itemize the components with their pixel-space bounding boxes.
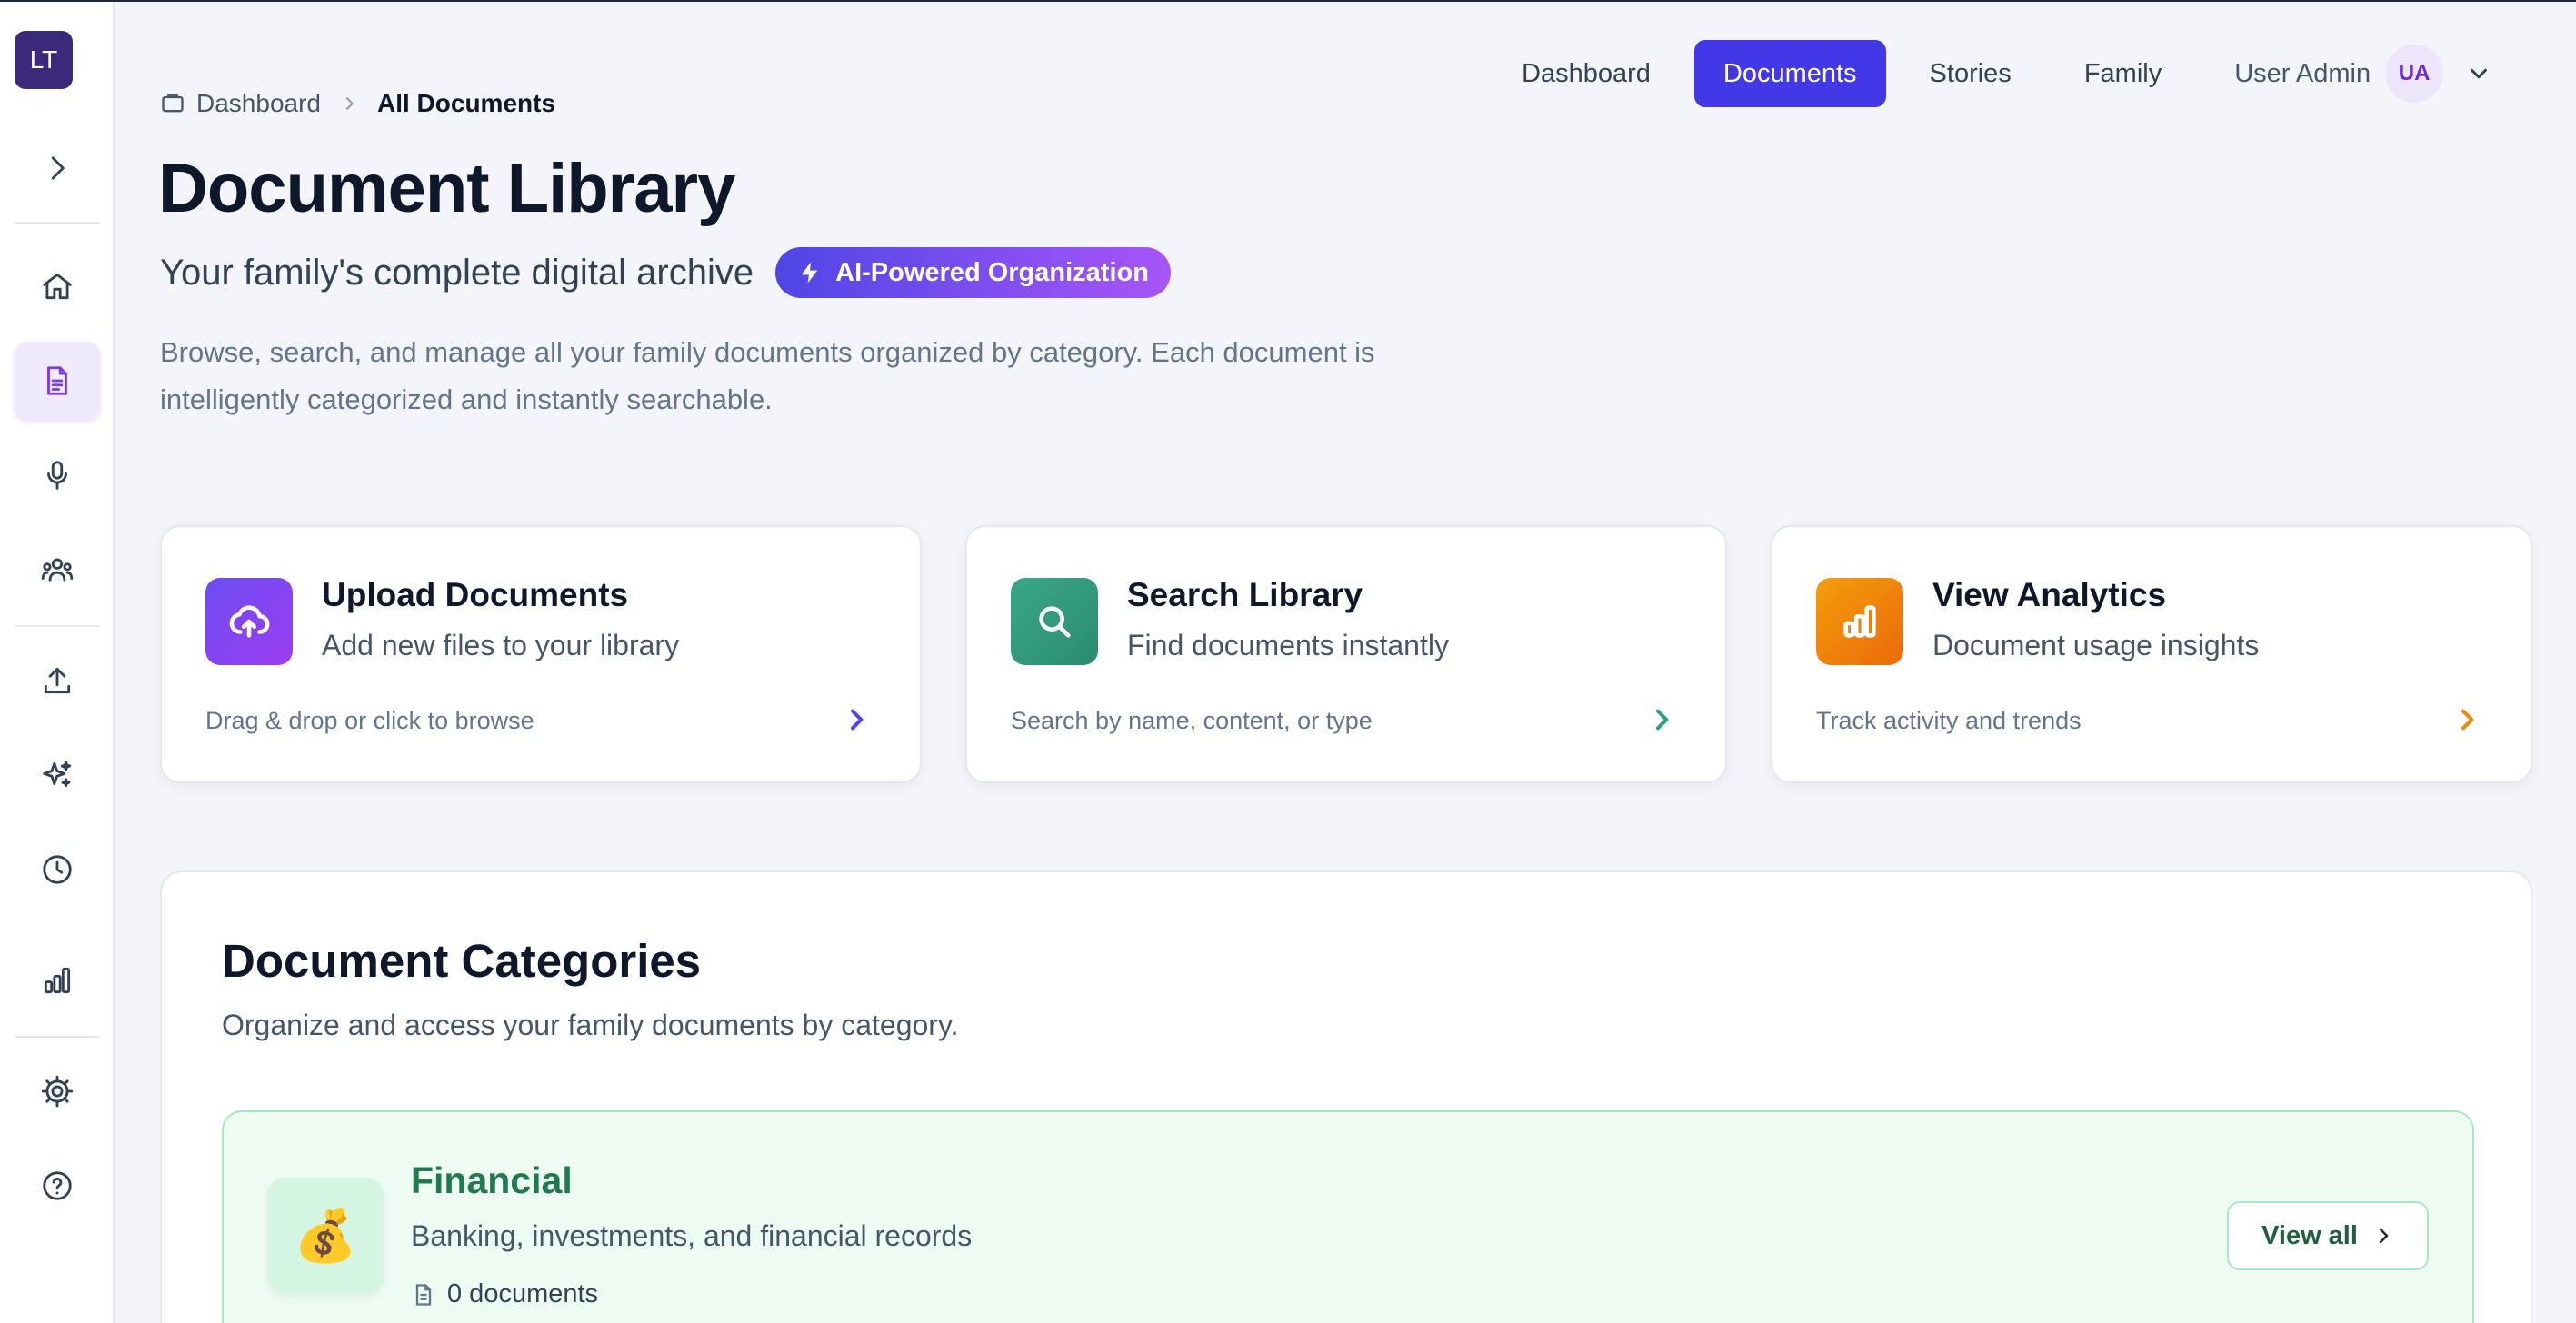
section-title: Document Categories — [222, 935, 702, 987]
description-line-1: Browse, search, and manage all your fami… — [160, 336, 1375, 368]
nav-family[interactable]: Family — [2055, 40, 2191, 107]
sidebar-item-documents[interactable] — [15, 342, 100, 420]
analytics-card-icon-tile — [1816, 578, 1903, 665]
money-bag-icon: 💰 — [267, 1178, 384, 1294]
chevron-right-icon — [2379, 1228, 2389, 1244]
card-title: Upload Documents — [322, 576, 629, 613]
breadcrumb: Dashboard All Documents — [160, 89, 555, 118]
expand-sidebar-button[interactable] — [15, 129, 100, 207]
sidebar-divider — [15, 1036, 100, 1038]
view-all-button[interactable]: View all — [2227, 1201, 2429, 1270]
upload-documents-card[interactable]: Upload Documents Add new files to your l… — [160, 525, 922, 783]
card-hint: Track activity and trends — [1816, 707, 2082, 734]
sidebar-item-help[interactable] — [15, 1147, 100, 1225]
ai-badge-label: AI-Powered Organization — [835, 257, 1149, 287]
card-hint: Drag & drop or click to browse — [205, 707, 534, 734]
category-description: Banking, investments, and financial reco… — [411, 1219, 973, 1252]
people-icon — [41, 558, 74, 582]
lightning-icon — [801, 262, 818, 284]
view-all-label: View all — [2261, 1220, 2358, 1250]
document-icon — [47, 366, 67, 395]
search-library-card[interactable]: Search Library Find documents instantly … — [965, 525, 1727, 783]
sidebar-item-settings[interactable] — [15, 1052, 100, 1130]
sidebar: LT — [0, 2, 115, 1323]
card-subtitle: Add new files to your library — [322, 629, 680, 662]
document-icon — [415, 1283, 432, 1306]
sidebar-item-upload[interactable] — [15, 642, 100, 720]
cloud-upload-icon — [229, 605, 270, 638]
home-icon — [43, 273, 72, 300]
category-count: 0 documents — [411, 1279, 598, 1309]
sidebar-item-analytics[interactable] — [15, 941, 100, 1020]
section-subtitle: Organize and access your family document… — [222, 1009, 959, 1041]
nav-stories[interactable]: Stories — [1901, 40, 2041, 107]
folder-icon — [162, 94, 184, 113]
page-title: Document Library — [158, 150, 735, 227]
chevron-right-icon — [51, 156, 65, 180]
window-top-border — [0, 0, 2576, 2]
sidebar-divider — [15, 222, 100, 224]
card-title: Search Library — [1127, 576, 1363, 613]
description-line-2: intelligently categorized and instantly … — [160, 383, 773, 415]
sidebar-item-family[interactable] — [15, 531, 100, 609]
chevron-right-icon[interactable] — [842, 705, 871, 734]
chevron-right-icon[interactable] — [2452, 705, 2481, 734]
subtitle-row: Your family's complete digital archive A… — [160, 247, 1171, 298]
upload-icon — [44, 667, 71, 694]
sidebar-item-ai[interactable] — [15, 736, 100, 814]
document-count: 0 documents — [447, 1279, 599, 1308]
sidebar-item-stories[interactable] — [15, 436, 100, 514]
sidebar-item-home[interactable] — [15, 247, 100, 325]
upload-card-icon-tile — [205, 578, 293, 665]
card-hint: Search by name, content, or type — [1011, 707, 1373, 734]
breadcrumb-dashboard[interactable]: Dashboard — [196, 89, 321, 118]
category-card-financial[interactable]: 💰 Financial Banking, investments, and fi… — [222, 1110, 2474, 1323]
breadcrumb-current: All Documents — [376, 89, 556, 117]
sidebar-item-history[interactable] — [15, 831, 100, 909]
nav-dashboard[interactable]: Dashboard — [1493, 40, 1680, 107]
search-icon — [1039, 606, 1071, 638]
nav-documents[interactable]: Documents — [1693, 40, 1886, 107]
card-subtitle: Find documents instantly — [1127, 629, 1449, 662]
app-logo[interactable]: LT — [15, 31, 73, 89]
chevron-down-icon[interactable] — [2465, 60, 2492, 87]
settings-icon — [41, 1075, 74, 1108]
avatar[interactable]: UA — [2385, 45, 2444, 103]
help-icon — [43, 1171, 72, 1200]
bar-chart-icon — [44, 967, 71, 994]
chevron-right-icon[interactable] — [1647, 705, 1676, 734]
bar-chart-icon — [1843, 605, 1876, 638]
search-card-icon-tile — [1011, 578, 1098, 665]
top-navigation: Dashboard Documents Stories Family User … — [1493, 40, 2492, 107]
sidebar-divider — [15, 625, 100, 627]
page-subtitle: Your family's complete digital archive — [160, 252, 754, 293]
card-title: View Analytics — [1932, 576, 2167, 613]
chevron-right-icon — [345, 96, 354, 111]
page-description: Browse, search, and manage all your fami… — [160, 329, 1578, 423]
sparkles-icon — [43, 761, 72, 788]
microphone-icon — [47, 461, 67, 490]
card-subtitle: Document usage insights — [1932, 629, 2260, 662]
view-analytics-card[interactable]: View Analytics Document usage insights T… — [1771, 525, 2532, 783]
category-name: Financial — [411, 1159, 573, 1201]
ai-badge: AI-Powered Organization — [775, 247, 1171, 298]
user-name[interactable]: User Admin — [2234, 59, 2371, 89]
document-categories-panel: Document Categories Organize and access … — [160, 870, 2532, 1323]
clock-icon — [43, 855, 72, 884]
